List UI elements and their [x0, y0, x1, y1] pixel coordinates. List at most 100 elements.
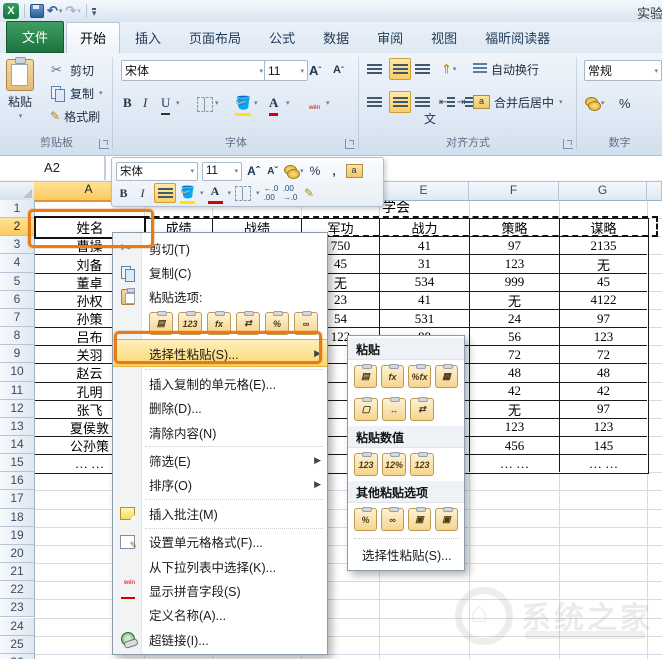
- menu-item-插入批注[interactable]: 插入批注(M): [113, 501, 327, 525]
- font-color-button[interactable]: A: [208, 183, 223, 204]
- paste-option-formulas-number-format-icon[interactable]: %fx: [408, 365, 431, 388]
- tab-数据[interactable]: 数据: [310, 23, 362, 53]
- row-header-13[interactable]: 13: [0, 418, 35, 436]
- excel-app-icon[interactable]: X: [3, 3, 19, 19]
- row-header-7[interactable]: 7: [0, 309, 35, 327]
- font-name-combo[interactable]: 宋体▾: [121, 60, 267, 81]
- row-header-6[interactable]: 6: [0, 291, 35, 309]
- mini-font-name-combo[interactable]: 宋体▾: [116, 162, 198, 181]
- dialog-launcher-icon[interactable]: [99, 139, 109, 149]
- align-top-button[interactable]: [367, 59, 382, 79]
- tab-公式[interactable]: 公式: [256, 23, 308, 53]
- dialog-launcher-icon[interactable]: [345, 139, 355, 149]
- paste-option-keep-source-formatting-icon[interactable]: ▦: [435, 365, 458, 388]
- table-cell[interactable]: 24: [470, 310, 560, 328]
- borders-dropdown[interactable]: ▾: [214, 93, 219, 113]
- submenu-paste-special-item[interactable]: 选择性粘贴(S)...: [348, 540, 464, 568]
- row-header-17[interactable]: 17: [0, 490, 35, 508]
- table-cell[interactable]: 456: [470, 437, 560, 455]
- row-header-10[interactable]: 10: [0, 363, 35, 381]
- menu-item-删除[interactable]: 删除(D)...: [113, 396, 327, 420]
- align-middle-button[interactable]: [389, 58, 411, 80]
- table-cell[interactable]: 999: [470, 274, 560, 292]
- table-cell[interactable]: 123: [560, 419, 647, 437]
- percent-format-button[interactable]: %: [308, 162, 323, 180]
- copy-button[interactable]: 复制▾: [50, 83, 103, 103]
- paste-option-linked-picture-icon[interactable]: ▣: [435, 508, 458, 531]
- cut-button[interactable]: 剪切: [50, 60, 94, 80]
- tab-视图[interactable]: 视图: [418, 23, 470, 53]
- paste-option-values-source-formatting-icon[interactable]: 123: [410, 453, 434, 476]
- paste-option-formatting-brush-icon[interactable]: %: [354, 508, 377, 531]
- table-cell[interactable]: 2135: [560, 237, 647, 255]
- font-color-dropdown[interactable]: ▾: [285, 93, 290, 113]
- table-cell[interactable]: … …: [560, 455, 647, 472]
- row-header-22[interactable]: 22: [0, 581, 35, 599]
- menu-item-从下拉列表中选择[interactable]: 从下拉列表中选择(K)...: [113, 554, 327, 578]
- menu-item-设置单元格格式[interactable]: 设置单元格格式(F)...: [113, 530, 327, 554]
- table-cell[interactable]: 56: [470, 328, 560, 346]
- font-color-button[interactable]: A: [269, 93, 278, 116]
- dialog-launcher-icon[interactable]: [563, 139, 573, 149]
- tab-文件[interactable]: 文件: [6, 21, 64, 53]
- wrap-text-button[interactable]: 自动换行: [473, 59, 539, 79]
- column-header-h[interactable]: [647, 181, 662, 201]
- table-cell[interactable]: 123: [470, 419, 560, 437]
- align-bottom-button[interactable]: [415, 59, 430, 79]
- table-cell[interactable]: 48: [560, 364, 647, 382]
- paste-option-transpose-icon[interactable]: ⇄: [410, 398, 434, 421]
- percent-format-button[interactable]: %: [619, 93, 631, 113]
- fill-color-dropdown[interactable]: ▾: [200, 189, 204, 197]
- table-cell[interactable]: 123: [470, 255, 560, 273]
- row-header-23[interactable]: 23: [0, 599, 35, 617]
- column-header-F[interactable]: F: [469, 181, 559, 201]
- align-center-button[interactable]: [154, 183, 176, 203]
- table-cell[interactable]: 72: [470, 346, 560, 364]
- fill-color-button[interactable]: 🪣: [180, 183, 195, 204]
- phonetic-dropdown[interactable]: ▾: [325, 93, 330, 113]
- row-header-8[interactable]: 8: [0, 327, 35, 345]
- merge-center-button[interactable]: a: [346, 162, 363, 180]
- paste-option-values-number-format-icon[interactable]: 12%: [382, 453, 406, 476]
- borders-icon[interactable]: [197, 97, 213, 112]
- paste-button[interactable]: 粘贴 ▾: [6, 59, 34, 120]
- mini-font-size-combo[interactable]: 11▾: [202, 162, 242, 181]
- row-header-4[interactable]: 4: [0, 254, 35, 272]
- table-cell[interactable]: 42: [560, 382, 647, 400]
- table-cell[interactable]: 4122: [560, 292, 647, 310]
- tab-插入[interactable]: 插入: [122, 23, 174, 53]
- row-header-20[interactable]: 20: [0, 545, 35, 563]
- table-cell[interactable]: 42: [470, 382, 560, 400]
- save-button[interactable]: [30, 4, 44, 18]
- format-painter-button[interactable]: ✎格式刷: [50, 106, 100, 126]
- number-format-combo[interactable]: 常规▾: [584, 60, 662, 81]
- row-header-9[interactable]: 9: [0, 345, 35, 363]
- select-all-corner[interactable]: [0, 181, 35, 201]
- redo-button[interactable]: ↷▾: [65, 3, 80, 19]
- format-painter-icon[interactable]: ✎: [302, 184, 317, 202]
- column-header-E[interactable]: E: [379, 181, 469, 201]
- increase-indent-button[interactable]: ⇥: [457, 92, 473, 112]
- menu-item-筛选[interactable]: 筛选(E)▶: [113, 448, 327, 472]
- decrease-indent-button[interactable]: ⇤: [439, 92, 455, 112]
- paste-option-picture-icon[interactable]: ▣: [408, 508, 431, 531]
- underline-dropdown[interactable]: ▾: [175, 93, 180, 113]
- merge-center-button[interactable]: a合并后居中▾: [473, 92, 563, 112]
- table-cell[interactable]: 97: [560, 401, 647, 419]
- currency-format-button[interactable]: ▾: [585, 93, 605, 113]
- bold-button[interactable]: B: [123, 93, 132, 113]
- menu-item-定义名称[interactable]: 定义名称(A)...: [113, 603, 327, 627]
- table-cell[interactable]: 145: [560, 437, 647, 455]
- menu-item-清除内容[interactable]: 清除内容(N): [113, 420, 327, 444]
- underline-button[interactable]: U: [161, 93, 170, 115]
- currency-format-button[interactable]: ▾: [284, 162, 304, 180]
- row-header-19[interactable]: 19: [0, 527, 35, 545]
- comma-format-button[interactable]: ,: [327, 162, 342, 180]
- orientation-button[interactable]: ⇗▾: [441, 59, 456, 79]
- tab-福昕阅读器[interactable]: 福昕阅读器: [472, 23, 563, 53]
- table-cell[interactable]: 123: [560, 328, 647, 346]
- shrink-font-button[interactable]: Aˇ: [333, 60, 344, 80]
- paste-option-paste-icon[interactable]: ▤: [354, 365, 377, 388]
- grow-font-button[interactable]: Aˆ: [246, 162, 261, 180]
- name-box[interactable]: A2: [0, 155, 106, 180]
